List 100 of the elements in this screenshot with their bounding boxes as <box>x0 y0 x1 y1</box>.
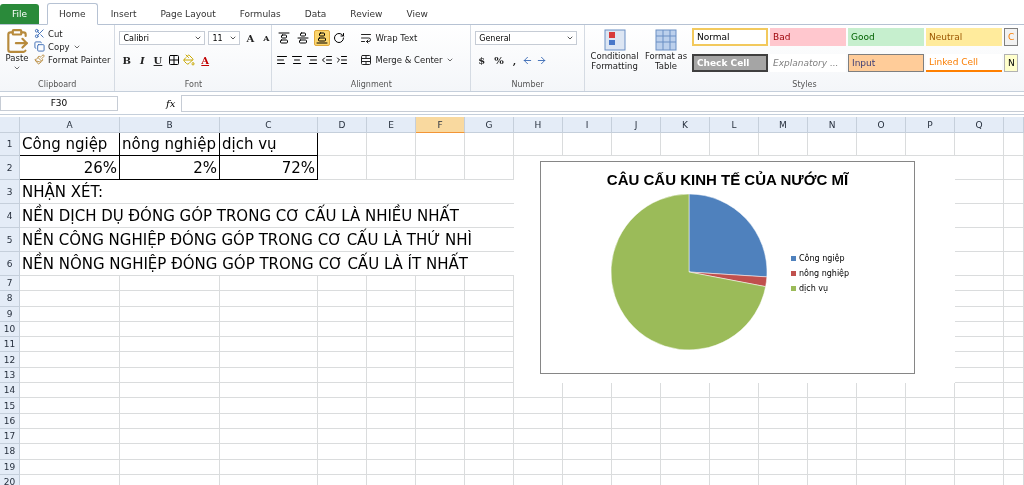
empty-cell[interactable] <box>514 413 563 429</box>
empty-cell[interactable] <box>220 383 318 399</box>
empty-cell[interactable] <box>710 413 759 429</box>
empty-cell[interactable] <box>612 428 661 445</box>
cell-style-swatch[interactable]: Bad <box>770 28 846 46</box>
empty-cell[interactable] <box>759 383 808 399</box>
empty-cell[interactable] <box>318 367 367 384</box>
empty-cell[interactable] <box>661 133 710 156</box>
empty-cell[interactable] <box>563 459 612 475</box>
empty-cell[interactable] <box>955 204 1004 228</box>
column-header[interactable]: A <box>20 117 120 133</box>
row-header[interactable]: 7 <box>0 276 20 292</box>
align-right-icon[interactable] <box>306 54 319 66</box>
empty-cell[interactable] <box>955 276 1004 292</box>
empty-cell[interactable] <box>465 428 514 445</box>
borders-icon[interactable] <box>168 54 181 66</box>
empty-cell[interactable] <box>120 383 220 399</box>
empty-cell[interactable] <box>857 459 906 475</box>
empty-cell[interactable] <box>318 352 367 368</box>
align-left-icon[interactable] <box>276 54 289 66</box>
empty-cell[interactable] <box>808 133 857 156</box>
empty-cell[interactable] <box>465 459 514 475</box>
empty-cell[interactable] <box>955 156 1004 180</box>
empty-cell[interactable] <box>955 306 1004 322</box>
cut-button[interactable]: Cut <box>34 28 111 39</box>
empty-cell[interactable] <box>367 428 416 445</box>
empty-cell[interactable] <box>416 306 465 322</box>
empty-cell[interactable] <box>563 133 612 156</box>
empty-cell[interactable] <box>661 459 710 475</box>
conditional-formatting-button[interactable]: Conditional Formatting <box>589 28 641 77</box>
font-size-field[interactable]: 11 <box>208 31 241 45</box>
ribbon-tab[interactable]: Formulas <box>228 4 292 24</box>
row-header[interactable]: 1 <box>0 133 20 156</box>
empty-cell[interactable] <box>416 276 465 292</box>
empty-cell[interactable] <box>1004 444 1024 460</box>
name-box[interactable]: F30 <box>0 95 118 111</box>
empty-cell[interactable] <box>220 337 318 353</box>
empty-cell[interactable] <box>759 428 808 445</box>
vertical-align-button[interactable] <box>314 30 331 46</box>
empty-cell[interactable] <box>318 156 367 180</box>
empty-cell[interactable] <box>1004 383 1024 399</box>
column-header[interactable]: Q <box>955 117 1004 133</box>
empty-cell[interactable] <box>759 133 808 156</box>
row-header[interactable]: 12 <box>0 352 20 368</box>
empty-cell[interactable] <box>318 413 367 429</box>
row-header[interactable]: 4 <box>0 204 20 228</box>
empty-cell[interactable] <box>367 459 416 475</box>
empty-cell[interactable] <box>710 428 759 445</box>
empty-cell[interactable] <box>955 180 1004 204</box>
underline-button[interactable]: U <box>150 53 166 67</box>
empty-cell[interactable] <box>220 444 318 460</box>
empty-cell[interactable] <box>563 383 612 399</box>
empty-cell[interactable] <box>710 133 759 156</box>
empty-cell[interactable] <box>710 444 759 460</box>
empty-cell[interactable] <box>416 156 465 180</box>
row-header[interactable]: 11 <box>0 337 20 353</box>
empty-cell[interactable] <box>906 383 955 399</box>
empty-cell[interactable] <box>857 428 906 445</box>
column-header[interactable]: E <box>367 117 416 133</box>
empty-cell[interactable] <box>416 133 465 156</box>
cell-style-swatch[interactable]: Good <box>848 28 924 46</box>
ribbon-tab[interactable]: Page Layout <box>149 4 227 24</box>
empty-cell[interactable] <box>318 444 367 460</box>
align-center-icon[interactable] <box>291 54 304 66</box>
empty-cell[interactable] <box>514 398 563 414</box>
empty-cell[interactable] <box>220 428 318 445</box>
ribbon-tab[interactable]: Review <box>339 4 394 24</box>
empty-cell[interactable] <box>120 367 220 384</box>
empty-cell[interactable] <box>465 383 514 399</box>
empty-cell[interactable] <box>1004 352 1024 368</box>
empty-cell[interactable] <box>1004 276 1024 292</box>
column-header[interactable]: K <box>661 117 710 133</box>
empty-cell[interactable] <box>1004 337 1024 353</box>
empty-cell[interactable] <box>661 444 710 460</box>
empty-cell[interactable] <box>416 398 465 414</box>
empty-cell[interactable] <box>1004 306 1024 322</box>
empty-cell[interactable] <box>955 252 1004 276</box>
empty-cell[interactable] <box>612 133 661 156</box>
empty-cell[interactable] <box>465 306 514 322</box>
row-header[interactable]: 2 <box>0 156 20 180</box>
empty-cell[interactable] <box>906 444 955 460</box>
empty-cell[interactable] <box>1004 180 1024 204</box>
empty-cell[interactable] <box>857 413 906 429</box>
empty-cell[interactable] <box>465 133 514 156</box>
cell-style-swatch[interactable]: Neutral <box>926 28 1002 46</box>
empty-cell[interactable] <box>857 383 906 399</box>
empty-cell[interactable] <box>563 398 612 414</box>
column-header[interactable]: F <box>416 117 465 133</box>
shrink-font-button[interactable]: A <box>260 32 273 44</box>
ribbon-tab[interactable]: Home <box>47 3 98 25</box>
empty-cell[interactable] <box>367 383 416 399</box>
empty-cell[interactable] <box>367 398 416 414</box>
empty-cell[interactable] <box>416 367 465 384</box>
empty-cell[interactable] <box>367 321 416 338</box>
empty-cell[interactable] <box>759 398 808 414</box>
empty-cell[interactable] <box>955 321 1004 338</box>
empty-cell[interactable] <box>367 413 416 429</box>
column-header[interactable]: J <box>612 117 661 133</box>
empty-cell[interactable] <box>1004 413 1024 429</box>
format-painter-button[interactable]: Format Painter <box>34 54 111 65</box>
